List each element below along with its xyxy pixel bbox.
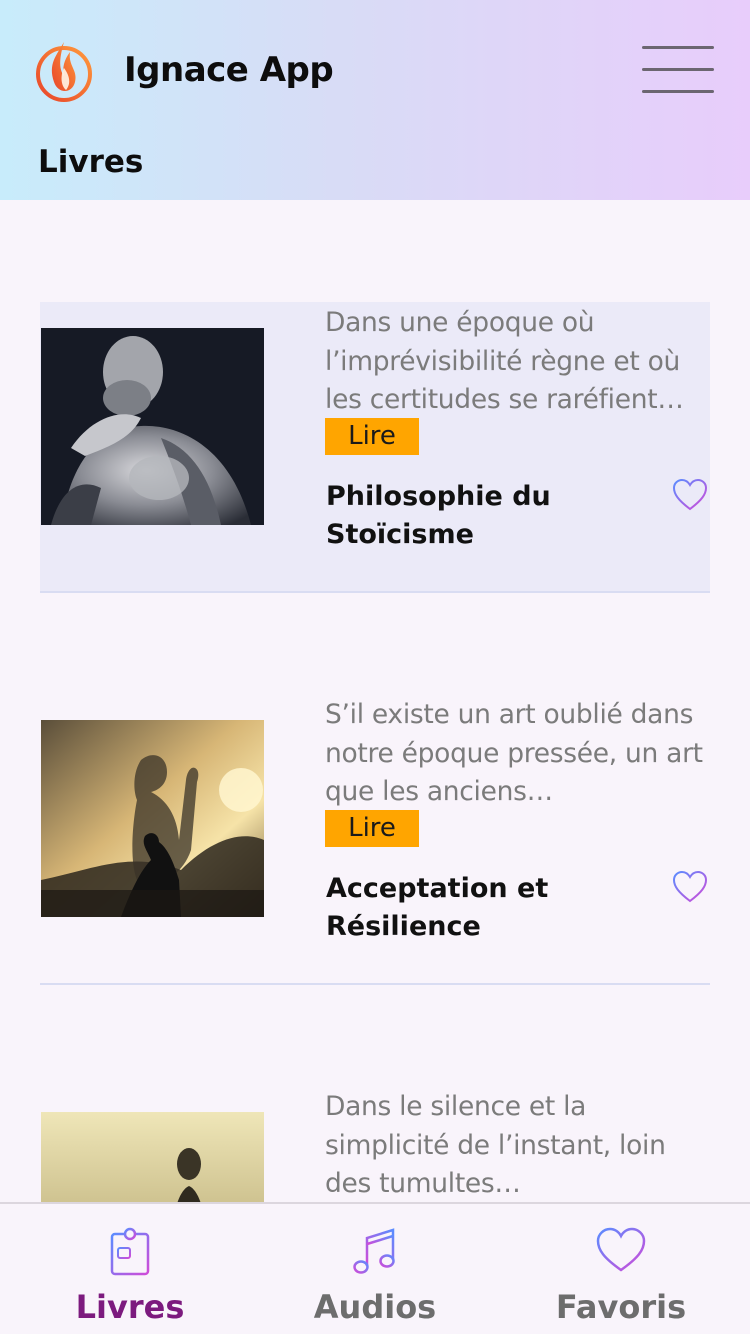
tab-favoris[interactable]: Favoris xyxy=(496,1204,746,1334)
favorite-heart-icon[interactable] xyxy=(672,477,708,513)
app-header: Ignace App Livres xyxy=(0,0,750,200)
book-title: Acceptation et Résilience xyxy=(326,873,549,942)
tab-audios[interactable]: Audios xyxy=(250,1204,500,1334)
read-button[interactable]: Lire xyxy=(325,810,419,847)
book-cover-image[interactable] xyxy=(41,328,264,525)
heart-icon xyxy=(595,1226,647,1278)
app-title: Ignace App xyxy=(124,50,334,90)
book-cover-image[interactable] xyxy=(41,720,264,917)
tab-label: Favoris xyxy=(555,1288,687,1326)
book-list[interactable]: Dans une époque où l’imprévisibilité règ… xyxy=(0,200,750,1202)
hamburger-menu-button[interactable] xyxy=(642,44,714,96)
read-button[interactable]: Lire xyxy=(325,418,419,455)
book-description: S’il existe un art oublié dans notre épo… xyxy=(325,699,703,807)
favorite-heart-icon[interactable] xyxy=(672,869,708,905)
book-cover-image[interactable] xyxy=(41,1112,264,1202)
page-title: Livres xyxy=(38,144,144,180)
tab-livres[interactable]: Livres xyxy=(5,1204,255,1334)
bottom-tab-bar: Livres Audios Favoris xyxy=(0,1202,750,1334)
flame-logo-icon xyxy=(34,38,94,104)
book-card[interactable]: S’il existe un art oublié dans notre épo… xyxy=(40,694,710,985)
book-list-icon xyxy=(108,1226,152,1282)
music-note-icon xyxy=(351,1226,399,1282)
menu-line xyxy=(642,68,714,71)
tab-label: Audios xyxy=(313,1288,437,1326)
tab-label: Livres xyxy=(75,1288,185,1326)
book-title: Philosophie du Stoïcisme xyxy=(326,481,551,550)
book-card[interactable]: Dans le silence et la simplicité de l’in… xyxy=(40,1086,710,1202)
book-card[interactable]: Dans une époque où l’imprévisibilité règ… xyxy=(40,302,710,593)
menu-line xyxy=(642,46,714,49)
book-description: Dans le silence et la simplicité de l’in… xyxy=(325,1091,666,1199)
menu-line xyxy=(642,90,714,93)
book-description: Dans une époque où l’imprévisibilité règ… xyxy=(325,307,684,415)
